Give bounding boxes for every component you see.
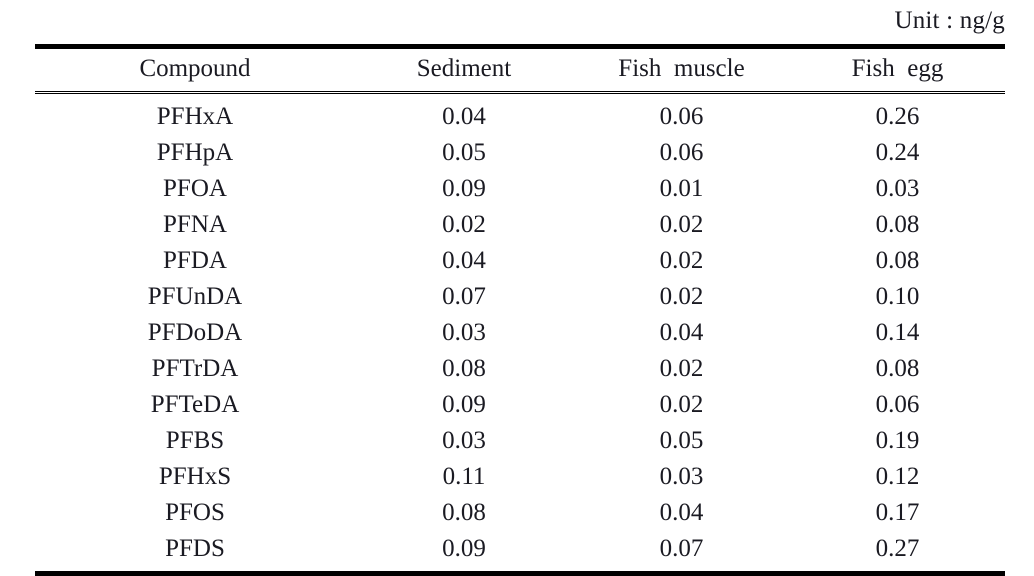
cell-sediment: 0.11 — [442, 462, 486, 490]
cell-compound: PFHxS — [158, 462, 232, 490]
table-row: PFNA 0.02 0.02 0.08 — [35, 206, 1005, 242]
column-header-fish-muscle: Fish muscle — [573, 44, 790, 94]
column-header-compound: Compound — [35, 44, 355, 94]
table-body: PFHxA 0.04 0.06 0.26 PFHpA 0.05 0.06 0.2… — [35, 93, 1005, 576]
table-row: PFTrDA 0.08 0.02 0.08 — [35, 350, 1005, 386]
cell-sediment: 0.08 — [442, 354, 486, 382]
table-row: PFDS 0.09 0.07 0.27 — [35, 530, 1005, 576]
cell-fish-egg: 0.08 — [875, 354, 920, 382]
cell-fish-egg: 0.17 — [875, 498, 920, 526]
concentration-table: Compound Sediment Fish muscle Fish egg P… — [35, 44, 1005, 576]
cell-fish-egg: 0.19 — [875, 426, 920, 454]
table-row: PFHxA 0.04 0.06 0.26 — [35, 93, 1005, 135]
table-row: PFDoDA 0.03 0.04 0.14 — [35, 314, 1005, 350]
column-header-sediment: Sediment — [355, 44, 573, 94]
cell-fish-muscle: 0.07 — [573, 530, 790, 576]
cell-fish-muscle: 0.02 — [659, 390, 704, 418]
cell-fish-muscle: 0.01 — [659, 174, 704, 202]
table-page: Unit : ng/g Compound Sediment Fish muscl… — [0, 0, 1034, 576]
cell-compound: PFHxA — [156, 102, 234, 130]
cell-sediment: 0.09 — [442, 390, 486, 418]
table-header: Compound Sediment Fish muscle Fish egg — [35, 44, 1005, 94]
cell-fish-muscle: 0.02 — [659, 246, 704, 274]
cell-fish-egg: 0.06 — [875, 390, 920, 418]
table-row: PFBS 0.03 0.05 0.19 — [35, 422, 1005, 458]
cell-compound: PFNA — [163, 210, 227, 238]
cell-sediment: 0.09 — [442, 174, 486, 202]
cell-sediment: 0.04 — [442, 102, 486, 130]
cell-compound: PFHpA — [156, 138, 234, 166]
cell-compound: PFDA — [163, 246, 227, 274]
cell-sediment: 0.04 — [442, 246, 486, 274]
cell-fish-muscle: 0.02 — [659, 210, 704, 238]
cell-compound: PFUnDA — [147, 282, 243, 310]
cell-compound: PFOA — [163, 174, 227, 202]
cell-compound: PFDoDA — [147, 318, 243, 346]
cell-compound: PFOS — [165, 498, 225, 526]
column-header-fish-egg: Fish egg — [790, 44, 1005, 94]
concentration-table-container: Compound Sediment Fish muscle Fish egg P… — [35, 44, 1005, 576]
cell-compound: PFBS — [165, 426, 225, 454]
table-row: PFOA 0.09 0.01 0.03 — [35, 170, 1005, 206]
cell-fish-muscle: 0.06 — [659, 138, 704, 166]
table-row: PFDA 0.04 0.02 0.08 — [35, 242, 1005, 278]
cell-fish-egg: 0.27 — [790, 530, 1005, 576]
cell-compound: PFDS — [35, 530, 355, 576]
cell-sediment: 0.03 — [442, 426, 486, 454]
cell-sediment: 0.08 — [442, 498, 486, 526]
cell-fish-egg: 0.12 — [875, 462, 920, 490]
cell-fish-muscle: 0.03 — [659, 462, 704, 490]
cell-fish-muscle: 0.02 — [659, 354, 704, 382]
cell-sediment: 0.07 — [442, 282, 486, 310]
cell-compound: PFTeDA — [150, 390, 240, 418]
cell-fish-egg: 0.24 — [875, 138, 920, 166]
cell-sediment: 0.03 — [442, 318, 486, 346]
table-row: PFUnDA 0.07 0.02 0.10 — [35, 278, 1005, 314]
table-row: PFHxS 0.11 0.03 0.12 — [35, 458, 1005, 494]
cell-fish-egg: 0.14 — [875, 318, 920, 346]
cell-fish-egg: 0.26 — [875, 102, 920, 130]
cell-fish-egg: 0.08 — [875, 210, 920, 238]
table-row: PFHpA 0.05 0.06 0.24 — [35, 134, 1005, 170]
cell-sediment: 0.02 — [442, 210, 486, 238]
cell-fish-egg: 0.03 — [875, 174, 920, 202]
cell-fish-muscle: 0.04 — [659, 318, 704, 346]
cell-fish-egg: 0.08 — [875, 246, 920, 274]
table-row: PFOS 0.08 0.04 0.17 — [35, 494, 1005, 530]
cell-fish-muscle: 0.04 — [659, 498, 704, 526]
cell-fish-muscle: 0.02 — [659, 282, 704, 310]
cell-fish-egg: 0.10 — [875, 282, 920, 310]
cell-compound: PFTrDA — [151, 354, 239, 382]
cell-sediment: 0.05 — [442, 138, 486, 166]
table-header-row: Compound Sediment Fish muscle Fish egg — [35, 44, 1005, 94]
unit-note: Unit : ng/g — [894, 7, 1005, 34]
table-row: PFTeDA 0.09 0.02 0.06 — [35, 386, 1005, 422]
cell-fish-muscle: 0.06 — [659, 102, 704, 130]
cell-fish-muscle: 0.05 — [659, 426, 704, 454]
cell-sediment: 0.09 — [355, 530, 573, 576]
